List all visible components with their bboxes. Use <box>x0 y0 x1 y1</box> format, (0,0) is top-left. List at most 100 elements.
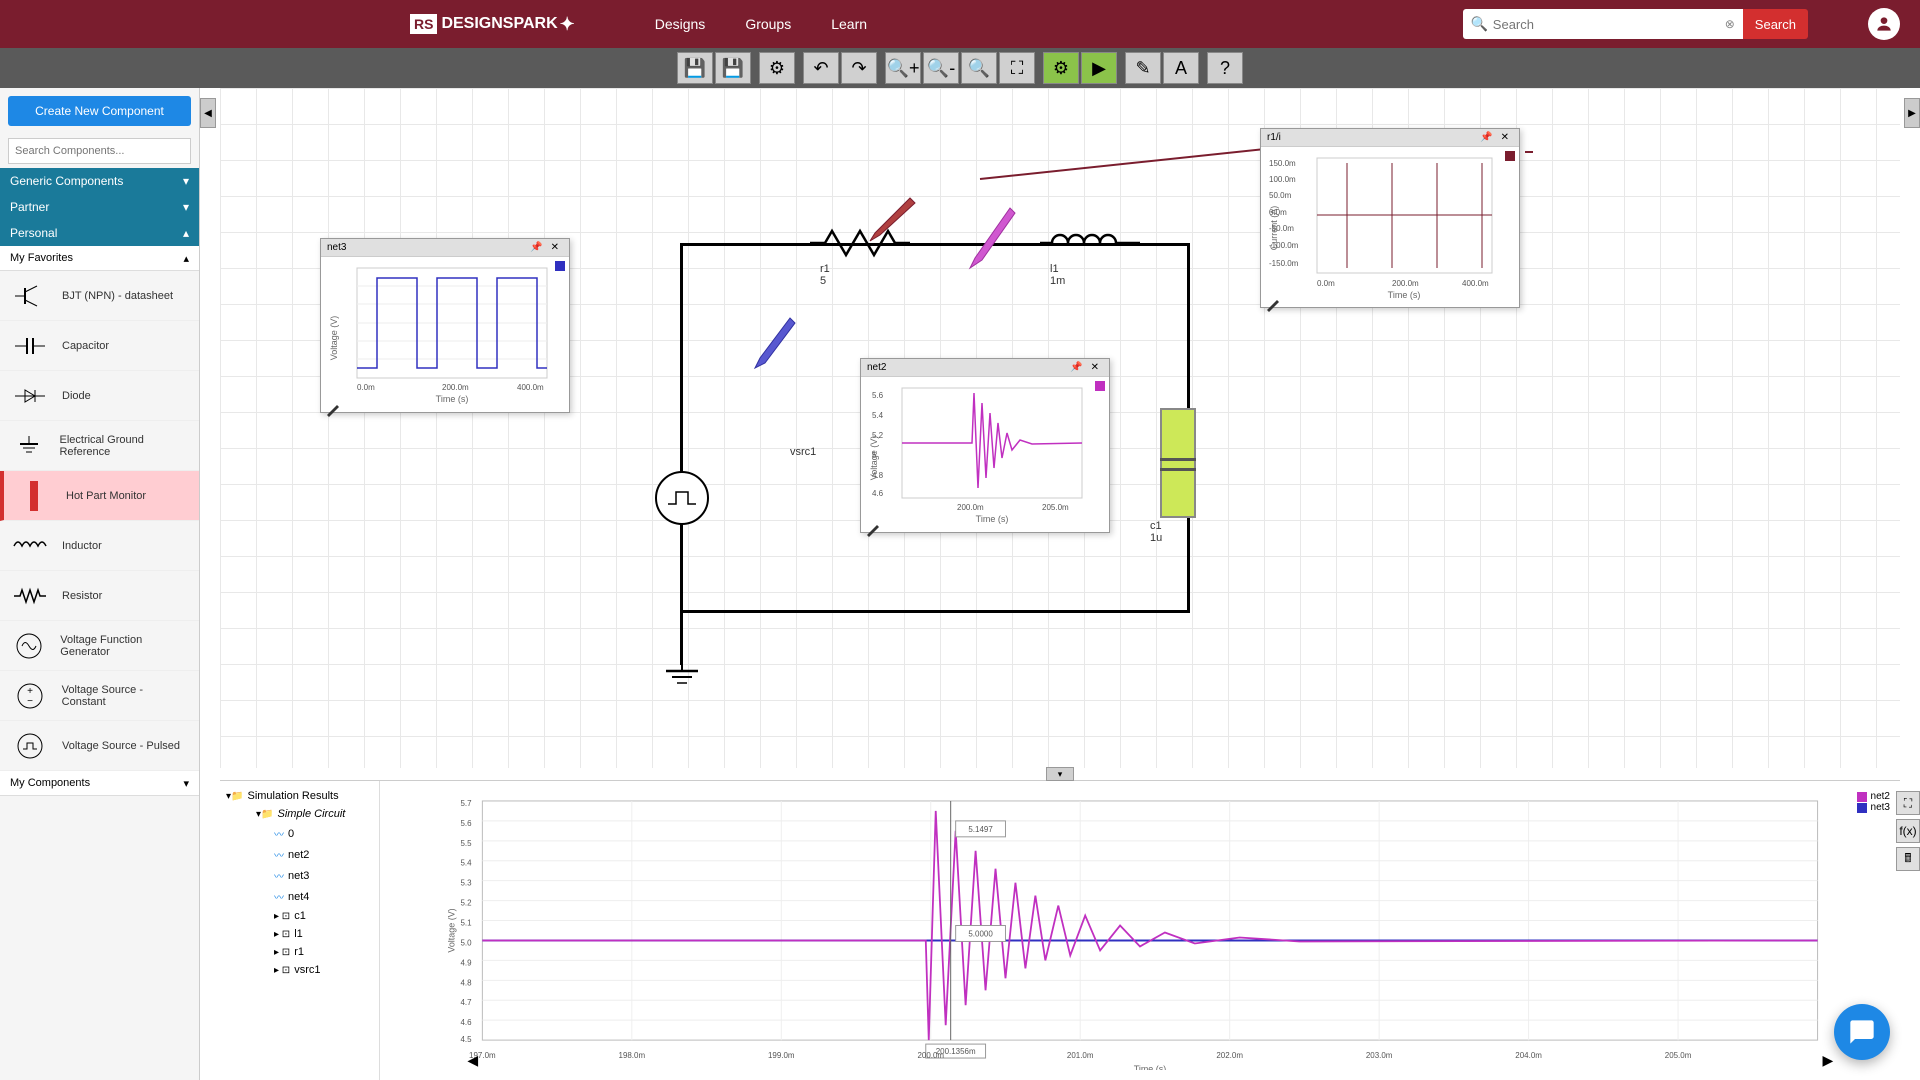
nav-groups[interactable]: Groups <box>745 16 791 32</box>
probe-window-net3[interactable]: net3📌✕ 0.0m 200.0m 400.0m Time (s) <box>320 238 570 413</box>
wire-gnd[interactable] <box>680 610 683 665</box>
tree-root[interactable]: ▾📁 Simulation Results <box>226 787 373 805</box>
probe-pen-r1i[interactable] <box>860 193 920 243</box>
close-icon[interactable]: ✕ <box>1087 362 1103 373</box>
my-components-header[interactable]: My Components ▾ <box>0 771 199 796</box>
wire-bottom[interactable] <box>680 610 1190 613</box>
collapse-left-button[interactable]: ◀ <box>200 98 216 128</box>
tree-net-0[interactable]: 〰 0 <box>226 823 373 844</box>
main-chart-svg: 5.1497 5.0000 200.1356m 5.7 5.6 5.5 5.4 … <box>400 791 1880 1070</box>
wire-left[interactable] <box>680 243 683 613</box>
sim-settings-button[interactable]: ⚙ <box>1043 52 1079 84</box>
vsrc1-label: vsrc1 <box>790 446 816 458</box>
main-chart[interactable]: 5.1497 5.0000 200.1356m 5.7 5.6 5.5 5.4 … <box>380 781 1900 1080</box>
pen-icon[interactable] <box>1265 296 1281 312</box>
undo-button[interactable]: ↶ <box>803 52 839 84</box>
svg-text:5.0000: 5.0000 <box>968 929 993 938</box>
capacitor-c1[interactable] <box>1160 408 1196 518</box>
annotate-button[interactable]: A <box>1163 52 1199 84</box>
tree-net-3[interactable]: 〰 net3 <box>226 865 373 886</box>
zoom-fit-button[interactable]: 🔍 <box>961 52 997 84</box>
save-button[interactable]: 💾 <box>677 52 713 84</box>
pin-icon[interactable]: 📌 <box>526 242 546 253</box>
zoom-in-button[interactable]: 🔍+ <box>885 52 921 84</box>
comp-bjt[interactable]: BJT (NPN) - datasheet <box>0 271 199 321</box>
comp-vsp[interactable]: Voltage Source - Pulsed <box>0 721 199 771</box>
tree-part-l1[interactable]: ▸ ⊡ l1 <box>226 925 373 943</box>
nav-learn[interactable]: Learn <box>831 16 867 32</box>
ground-symbol[interactable] <box>662 663 702 693</box>
comp-ground[interactable]: Electrical Ground Reference <box>0 421 199 471</box>
scroll-right-icon[interactable]: ▶ <box>1823 1052 1834 1068</box>
clear-icon[interactable]: ⊗ <box>1725 17 1735 31</box>
comp-vsc[interactable]: +−Voltage Source - Constant <box>0 671 199 721</box>
nav-designs[interactable]: Designs <box>655 16 706 32</box>
search-button[interactable]: Search <box>1743 9 1808 39</box>
section-generic[interactable]: Generic Components▾ <box>0 168 199 194</box>
scroll-left-icon[interactable]: ◀ <box>467 1052 478 1068</box>
chart-tools: ⛶ f(x) 🖩 <box>1896 791 1920 871</box>
probe-button[interactable]: ✎ <box>1125 52 1161 84</box>
redo-button[interactable]: ↷ <box>841 52 877 84</box>
chart-fx-button[interactable]: f(x) <box>1896 819 1920 843</box>
tree-part-vsrc1[interactable]: ▸ ⊡ vsrc1 <box>226 961 373 979</box>
svg-text:200.0m: 200.0m <box>917 1051 944 1060</box>
vsrc1[interactable] <box>652 468 712 528</box>
search-input[interactable] <box>1463 9 1743 39</box>
comp-capacitor[interactable]: Capacitor <box>0 321 199 371</box>
canvas-area[interactable]: ◀ ▶ r15 l11m vsrc1 c11u <box>200 88 1920 1080</box>
svg-text:205.0m: 205.0m <box>1665 1051 1692 1060</box>
section-personal[interactable]: Personal▴ <box>0 220 199 246</box>
zoom-out-button[interactable]: 🔍- <box>923 52 959 84</box>
close-icon[interactable]: ✕ <box>547 242 563 253</box>
fullscreen-button[interactable]: ⛶ <box>999 52 1035 84</box>
logo[interactable]: RS DESIGNSPARK ✦ <box>410 14 575 35</box>
chat-bubble[interactable] <box>1834 1004 1890 1060</box>
probe-pen-net3[interactable] <box>750 308 800 378</box>
resistor-icon <box>10 584 50 608</box>
toolbar: 💾 💾 ⚙ ↶ ↷ 🔍+ 🔍- 🔍 ⛶ ⚙ ▶ ✎ A ? <box>0 48 1920 88</box>
pen-icon[interactable] <box>865 521 881 537</box>
comp-hot-monitor[interactable]: Hot Part Monitor <box>0 471 199 521</box>
inductor-l1[interactable] <box>1040 228 1140 258</box>
user-icon[interactable] <box>1868 8 1900 40</box>
svg-text:202.0m: 202.0m <box>1216 1051 1243 1060</box>
comp-inductor[interactable]: Inductor <box>0 521 199 571</box>
favorites-header[interactable]: My Favorites ▴ <box>0 246 199 271</box>
svg-text:4.5: 4.5 <box>460 1035 472 1044</box>
svg-text:Current (A): Current (A) <box>1269 206 1279 251</box>
schematic-canvas[interactable]: r15 l11m vsrc1 c11u net3📌✕ <box>220 88 1900 768</box>
tree-net-4[interactable]: 〰 net4 <box>226 886 373 907</box>
vsc-icon: +− <box>10 684 50 708</box>
comp-vfg[interactable]: Voltage Function Generator <box>0 621 199 671</box>
comp-diode[interactable]: Diode <box>0 371 199 421</box>
probe-pen-net2[interactable] <box>960 198 1020 278</box>
search-components-input[interactable] <box>8 138 191 164</box>
tree-part-r1[interactable]: ▸ ⊡ r1 <box>226 943 373 961</box>
play-button[interactable]: ▶ <box>1081 52 1117 84</box>
create-component-button[interactable]: Create New Component <box>8 96 191 126</box>
pen-icon[interactable] <box>325 401 341 417</box>
results-tree: ▾📁 Simulation Results ▾📁 Simple Circuit … <box>220 781 380 1080</box>
close-icon[interactable]: ✕ <box>1497 132 1513 143</box>
tree-circuit[interactable]: ▾📁 Simple Circuit <box>226 805 373 823</box>
svg-text:Time (s): Time (s) <box>436 394 469 404</box>
panel-toggle[interactable]: ▾ <box>1046 767 1074 781</box>
tree-net-2[interactable]: 〰 net2 <box>226 844 373 865</box>
help-button[interactable]: ? <box>1207 52 1243 84</box>
comp-resistor[interactable]: Resistor <box>0 571 199 621</box>
save-as-button[interactable]: 💾 <box>715 52 751 84</box>
chart-calc-button[interactable]: 🖩 <box>1896 847 1920 871</box>
settings-button[interactable]: ⚙ <box>759 52 795 84</box>
tree-part-c1[interactable]: ▸ ⊡ c1 <box>226 907 373 925</box>
collapse-right-button[interactable]: ▶ <box>1904 98 1920 128</box>
svg-text:5.4: 5.4 <box>872 411 884 420</box>
chart-expand-button[interactable]: ⛶ <box>1896 791 1920 815</box>
logo-badge: RS <box>410 14 437 34</box>
pin-icon[interactable]: 📌 <box>1066 362 1086 373</box>
svg-text:Voltage (V): Voltage (V) <box>446 908 456 952</box>
pin-icon[interactable]: 📌 <box>1476 132 1496 143</box>
section-partner[interactable]: Partner▾ <box>0 194 199 220</box>
probe-window-net2[interactable]: net2📌✕ 5.6 5.4 5.2 5 4.8 4.6 <box>860 358 1110 533</box>
probe-window-r1i[interactable]: r1/i📌✕ 150.0m <box>1260 128 1520 308</box>
